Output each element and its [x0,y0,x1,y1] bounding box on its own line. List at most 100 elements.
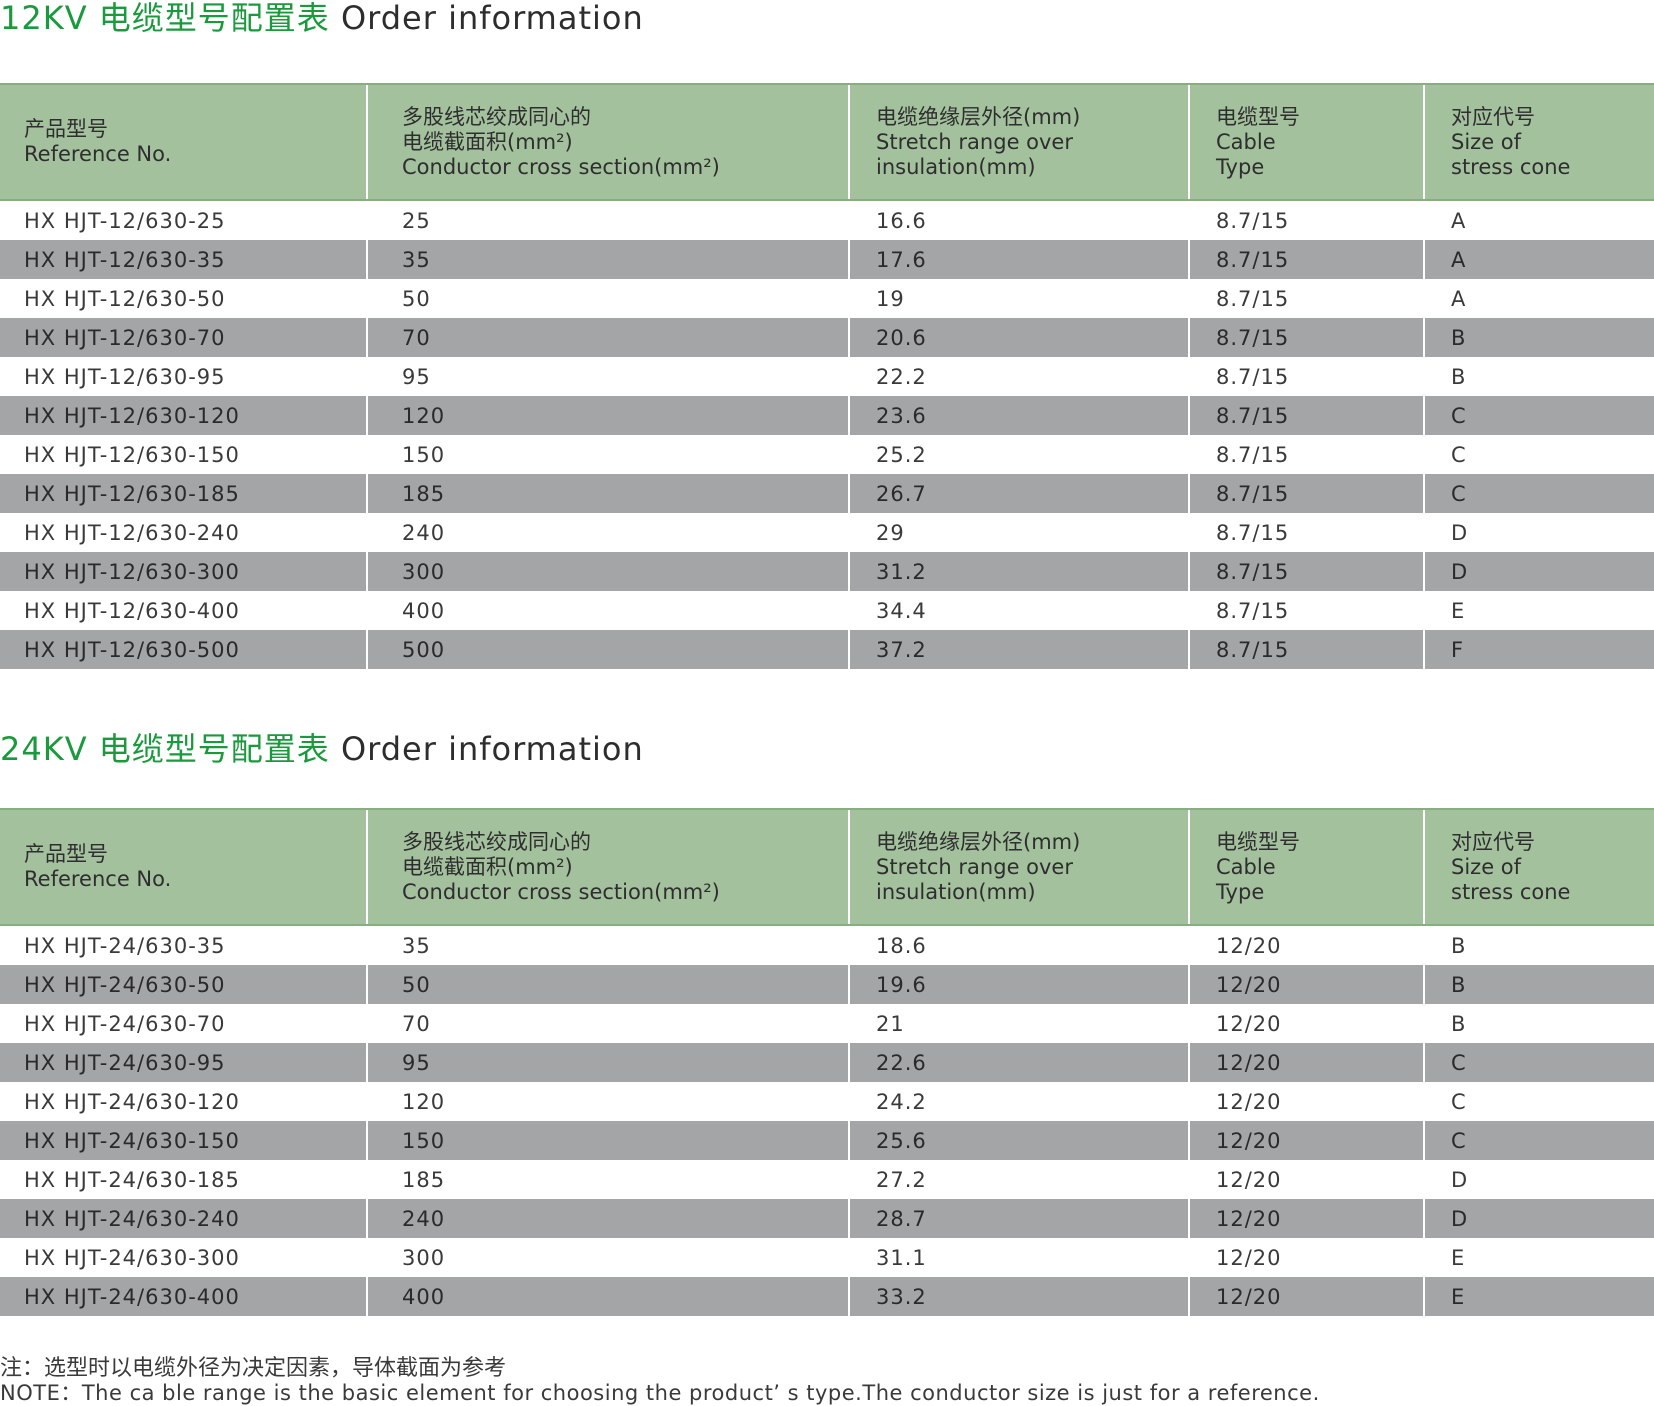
table-header-row: 产品型号 Reference No. 多股线芯绞成同心的 电缆截面积(mm²) … [0,808,1654,926]
cell-cable-type: 8.7/15 [1188,279,1424,318]
table-row: HX HJT-12/630-240 240 29 8.7/15 D [0,513,1654,552]
order-table-12kv: 产品型号 Reference No. 多股线芯绞成同心的 电缆截面积(mm²) … [0,83,1654,669]
cell-stress-cone: C [1423,1082,1654,1121]
cell-stress-cone: B [1423,1004,1654,1043]
header-line: Cable [1216,854,1276,879]
cell-cross-section: 185 [366,1160,849,1199]
cell-cable-type: 8.7/15 [1188,435,1424,474]
cell-cable-type: 8.7/15 [1188,591,1424,630]
cell-reference-no: HX HJT-12/630-300 [0,552,367,591]
table-row: HX HJT-12/630-400 400 34.4 8.7/15 E [0,591,1654,630]
cell-reference-no: HX HJT-24/630-35 [24,933,226,958]
header-line: 电缆截面积(mm²) [402,854,573,879]
cell-reference-no: HX HJT-12/630-120 [0,396,367,435]
section-title-24kv: 24KV 电缆型号配置表 Order information [0,731,644,767]
header-line: stress cone [1451,154,1571,179]
header-line: 电缆型号 [1216,829,1300,854]
header-line: Type [1216,879,1265,904]
header-stress-cone-size: 对应代号 Size of stress cone [1423,83,1654,201]
table-row: HX HJT-12/630-300 300 31.2 8.7/15 D [0,552,1654,591]
table-row: HX HJT-12/630-25 25 16.6 8.7/15 A [0,200,1654,240]
section-title-cn: 24KV 电缆型号配置表 [0,730,330,768]
cell-stress-cone: C [1423,396,1654,435]
cell-insulation: 25.6 [848,1121,1189,1160]
cell-insulation: 31.2 [848,552,1189,591]
cell-cable-type: 12/20 [1188,1121,1424,1160]
cell-cross-section: 70 [366,1004,849,1043]
cell-insulation: 29 [848,513,1189,552]
table-row: HX HJT-24/630-35 35 18.6 12/20 B [0,925,1654,965]
cell-cable-type: 8.7/15 [1188,513,1424,552]
cell-reference-no: HX HJT-12/630-95 [24,364,226,389]
section-title-en: Order information [340,0,644,37]
cell-cross-section: 500 [366,630,849,669]
cell-cable-type: 8.7/15 [1188,357,1424,396]
header-line: Conductor cross section(mm²) [402,879,720,904]
cell-stress-cone: C [1423,474,1654,513]
header-line: Size of [1451,854,1522,879]
cell-cable-type: 12/20 [1188,1277,1424,1316]
table-row: HX HJT-24/630-240 240 28.7 12/20 D [0,1199,1654,1238]
cell-reference-no: HX HJT-12/630-150 [24,442,240,467]
cell-cross-section: 95 [366,357,849,396]
table-row: HX HJT-12/630-35 35 17.6 8.7/15 A [0,240,1654,279]
cell-reference-no: HX HJT-24/630-300 [24,1245,240,1270]
header-line: 电缆绝缘层外径(mm) [876,829,1081,854]
cell-stress-cone: E [1423,1277,1654,1316]
cell-insulation: 16.6 [848,200,1189,240]
cell-cross-section: 240 [366,513,849,552]
header-line: Cable [1216,129,1276,154]
cell-cross-section: 50 [366,965,849,1004]
cell-reference-no: HX HJT-24/630-150 [0,1121,367,1160]
cell-stress-cone: B [1423,925,1654,965]
header-reference-no: 产品型号 Reference No. [0,83,367,201]
table-row: HX HJT-24/630-120 120 24.2 12/20 C [0,1082,1654,1121]
cell-cable-type: 12/20 [1188,1238,1424,1277]
header-line: 产品型号 [24,842,108,866]
header-line: 电缆型号 [1216,104,1300,129]
cell-stress-cone: B [1423,965,1654,1004]
cell-cable-type: 12/20 [1188,925,1424,965]
cell-stress-cone: E [1423,591,1654,630]
cell-cable-type: 12/20 [1188,1004,1424,1043]
cell-reference-no: HX HJT-12/630-50 [24,286,226,311]
cell-insulation: 19 [848,279,1189,318]
order-table-24kv: 产品型号 Reference No. 多股线芯绞成同心的 电缆截面积(mm²) … [0,808,1654,1316]
header-line: Size of [1451,129,1522,154]
cell-insulation: 27.2 [848,1160,1189,1199]
cell-stress-cone: C [1423,435,1654,474]
table-row: HX HJT-24/630-70 70 21 12/20 B [0,1004,1654,1043]
cell-cross-section: 240 [366,1199,849,1238]
cell-stress-cone: B [1423,357,1654,396]
table-header-row: 产品型号 Reference No. 多股线芯绞成同心的 电缆截面积(mm²) … [0,83,1654,201]
table-row: HX HJT-24/630-50 50 19.6 12/20 B [0,965,1654,1004]
cell-cable-type: 8.7/15 [1188,396,1424,435]
cell-cross-section: 35 [366,240,849,279]
cell-stress-cone: B [1423,318,1654,357]
header-line: Stretch range over [876,854,1073,879]
cell-insulation: 31.1 [848,1238,1189,1277]
header-cable-type: 电缆型号 Cable Type [1188,83,1424,201]
cell-cable-type: 8.7/15 [1188,200,1424,240]
cell-insulation: 20.6 [848,318,1189,357]
cell-reference-no: HX HJT-12/630-185 [0,474,367,513]
cell-cable-type: 12/20 [1188,965,1424,1004]
cell-reference-no: HX HJT-12/630-25 [24,208,226,233]
header-line: 对应代号 [1451,829,1535,854]
section-title-12kv: 12KV 电缆型号配置表 Order information [0,0,644,36]
header-line: insulation(mm) [876,154,1036,179]
header-line: 多股线芯绞成同心的 [402,104,591,129]
note-chinese: 注：选型时以电缆外径为决定因素，导体截面为参考 [0,1356,507,1381]
cell-reference-no: HX HJT-12/630-500 [0,630,367,669]
cell-cross-section: 95 [366,1043,849,1082]
cell-reference-no: HX HJT-12/630-400 [24,598,240,623]
header-line: 对应代号 [1451,104,1535,129]
cell-cross-section: 300 [366,552,849,591]
table-row: HX HJT-12/630-70 70 20.6 8.7/15 B [0,318,1654,357]
header-reference-no: 产品型号 Reference No. [0,808,367,926]
cell-reference-no: HX HJT-24/630-95 [0,1043,367,1082]
cell-insulation: 18.6 [848,925,1189,965]
cell-insulation: 23.6 [848,396,1189,435]
cell-reference-no: HX HJT-24/630-240 [0,1199,367,1238]
header-line: insulation(mm) [876,879,1036,904]
